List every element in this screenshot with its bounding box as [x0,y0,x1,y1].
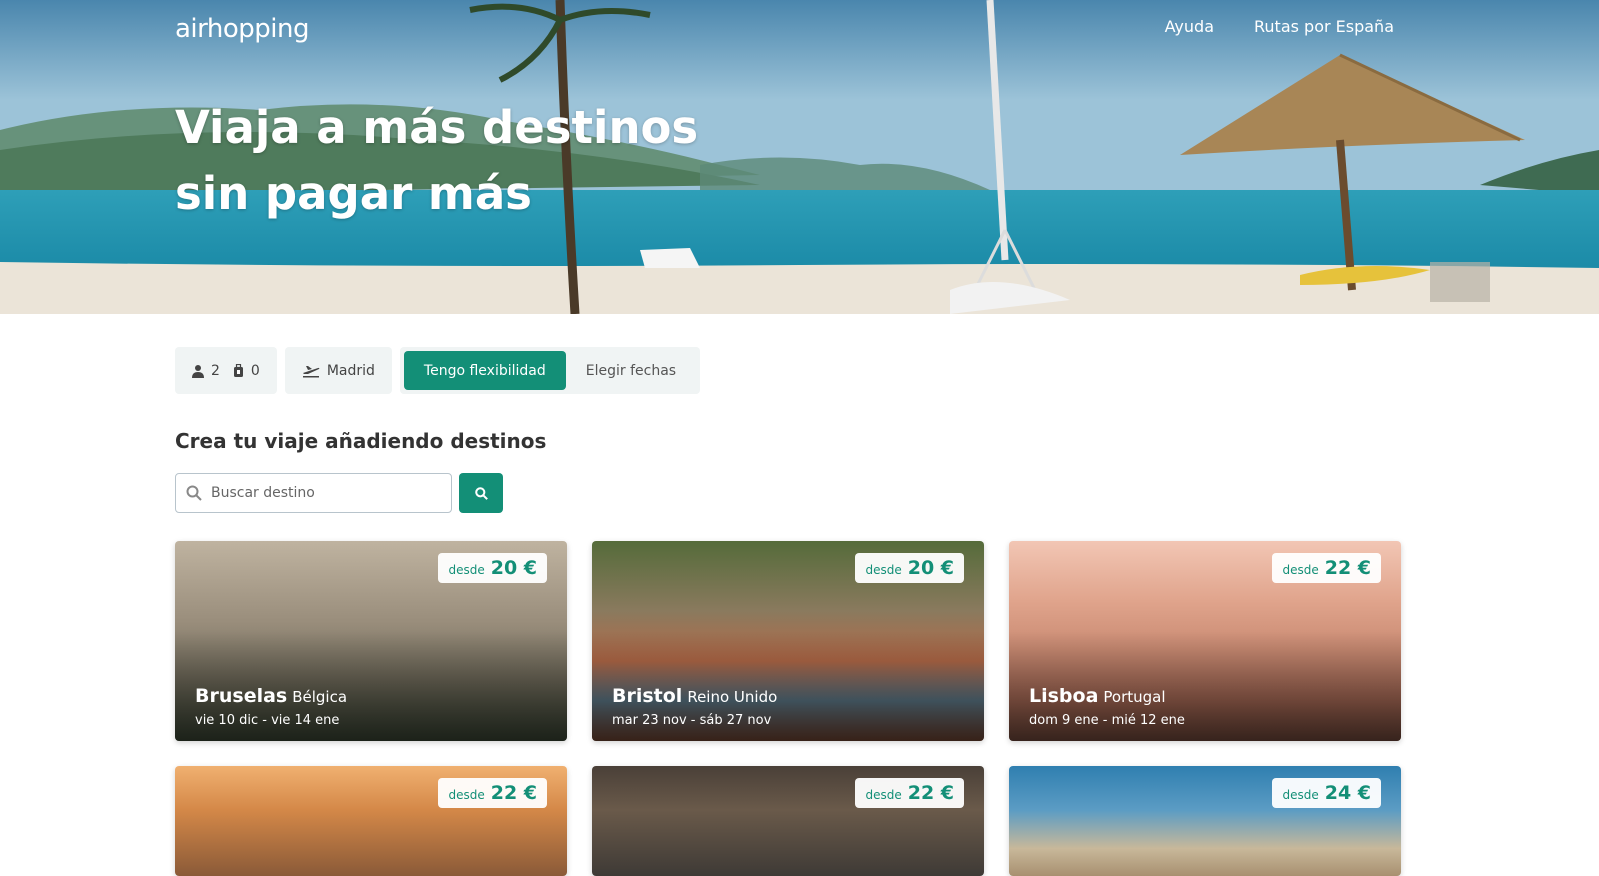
city-name: Bruselas [195,685,288,707]
price-badge: desde 22 € [438,778,547,808]
trip-dates: dom 9 ene - mié 12 ene [1029,713,1185,728]
trip-dates: vie 10 dic - vie 14 ene [195,713,340,728]
origin-selector[interactable]: Madrid [284,347,392,394]
nav-link-rutas[interactable]: Rutas por España [1254,17,1394,36]
destination-card[interactable]: desde 24 € [1009,766,1401,876]
destination-search [175,473,503,513]
airhopping-logo[interactable]: airhopping [175,14,310,44]
person-icon [192,364,204,378]
date-mode-toggle: Tengo flexibilidad Elegir fechas [399,347,701,394]
search-field[interactable] [175,473,452,513]
search-icon [474,486,488,500]
country-name: Reino Unido [687,688,778,706]
nav-link-ayuda[interactable]: Ayuda [1165,17,1214,36]
price-badge: desde 20 € [855,553,964,583]
passengers-selector[interactable]: 2 0 [175,347,277,394]
city-name: Bristol [612,685,683,707]
country-name: Bélgica [292,688,348,706]
destination-card[interactable]: desde 22 € [175,766,567,876]
origin-city: Madrid [326,362,375,379]
choose-dates-option[interactable]: Elegir fechas [566,351,696,390]
city-name: Lisboa [1029,685,1099,707]
search-input[interactable] [211,485,431,501]
price-badge: desde 24 € [1272,778,1381,808]
destination-card[interactable]: desde 22 € Lisboa Portugal dom 9 ene - mié… [1009,541,1401,741]
search-filters: 2 0 Madrid Tengo flexibilidad Elegir fec… [175,347,701,394]
destinations-grid: desde 20 € Bruselas Bélgica vie 10 dic - v… [175,541,1401,876]
section-title: Crea tu viaje añadiendo destinos [175,429,547,453]
price-badge: desde 20 € [438,553,547,583]
price-badge: desde 22 € [1272,553,1381,583]
search-icon [186,485,202,501]
destination-card[interactable]: desde 20 € Bristol Reino Unido mar 23 nov … [592,541,984,741]
destination-card[interactable]: desde 22 € [592,766,984,876]
price-badge: desde 22 € [855,778,964,808]
hero-title: Viaja a más destinos sin pagar más [175,101,699,220]
bags-count: 0 [250,362,260,379]
top-nav: Ayuda Rutas por España [1165,17,1394,36]
flexible-dates-option[interactable]: Tengo flexibilidad [403,351,566,390]
hero-banner: airhopping Ayuda Rutas por España Viaja … [0,0,1599,314]
plane-takeoff-icon [302,365,320,377]
adults-count: 2 [211,362,220,379]
luggage-icon [233,363,243,377]
country-name: Portugal [1103,688,1166,706]
destination-card[interactable]: desde 20 € Bruselas Bélgica vie 10 dic - v… [175,541,567,741]
trip-dates: mar 23 nov - sáb 27 nov [612,713,772,728]
search-button[interactable] [459,473,503,513]
